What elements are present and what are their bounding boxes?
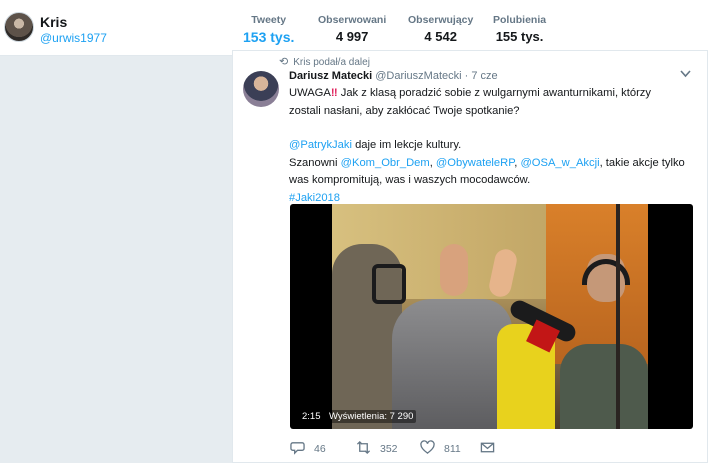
tweet-separator: · bbox=[464, 70, 469, 82]
stat-value: 155 tys. bbox=[495, 29, 544, 44]
mention-link[interactable]: @PatrykJaki bbox=[289, 139, 352, 151]
envelope-icon bbox=[480, 440, 495, 458]
retweet-count: 352 bbox=[380, 443, 398, 455]
text-segment: UWAGA bbox=[289, 87, 331, 99]
stat-following[interactable]: Obserwowani 4 997 bbox=[318, 14, 386, 44]
tweet-header: Dariusz Matecki @DariuszMatecki · 7 cze bbox=[289, 70, 498, 82]
retweet-text: Kris podał/a dalej bbox=[293, 57, 370, 68]
tweet-author-name[interactable]: Dariusz Matecki bbox=[289, 70, 372, 82]
stat-value: 4 997 bbox=[335, 29, 369, 44]
reply-button[interactable]: 46 bbox=[290, 440, 326, 458]
tweet-card[interactable]: ⟲ Kris podał/a dalej Dariusz Matecki @Dar… bbox=[232, 50, 708, 463]
retweet-icon: ⟲ bbox=[279, 56, 289, 68]
profile-name[interactable]: Kris bbox=[40, 14, 67, 30]
tweet-author-handle[interactable]: @DariuszMatecki bbox=[375, 70, 461, 82]
hashtag-link[interactable]: #Jaki2018 bbox=[289, 192, 340, 204]
stat-label: Polubienia bbox=[493, 14, 547, 26]
stat-value: 153 tys. bbox=[243, 29, 295, 45]
heart-icon bbox=[420, 440, 435, 458]
stat-tweets[interactable]: Tweety 153 tys. bbox=[232, 14, 305, 55]
reply-count: 46 bbox=[314, 443, 326, 455]
retweet-context: ⟲ Kris podał/a dalej bbox=[279, 55, 370, 68]
reply-icon bbox=[290, 440, 305, 458]
text-segment: daje im lekcje kultury. bbox=[351, 139, 462, 151]
stat-likes[interactable]: Polubienia 155 tys. bbox=[493, 14, 546, 44]
text-segment: Jak z klasą poradzić sobie z wulgarnymi … bbox=[337, 87, 651, 99]
mention-link[interactable]: @Kom_Obr_Dem bbox=[341, 157, 430, 169]
text-segment: Szanowni bbox=[289, 156, 341, 169]
stat-label: Tweety bbox=[251, 14, 287, 26]
tweet-text: UWAGA‼ Jak z klasą poradzić sobie z wulg… bbox=[289, 85, 689, 207]
video-duration: 2:15 bbox=[299, 410, 324, 423]
tweet-timestamp[interactable]: 7 cze bbox=[471, 70, 497, 82]
stat-value: 4 542 bbox=[424, 29, 457, 44]
stat-label: Obserwujący bbox=[408, 14, 474, 26]
tweet-actions: 46 352 811 bbox=[290, 440, 590, 460]
double-exclamation-icon: ‼ bbox=[330, 87, 338, 99]
mention-link[interactable]: @ObywateleRP bbox=[436, 157, 514, 169]
retweet-button[interactable]: 352 bbox=[356, 440, 398, 458]
stat-label: Obserwowani bbox=[318, 14, 387, 26]
retweet-icon bbox=[356, 440, 371, 458]
text-line: was kompromitują, was i waszych mocodawc… bbox=[289, 174, 531, 186]
profile-handle[interactable]: @urwis1977 bbox=[40, 31, 107, 45]
like-button[interactable]: 811 bbox=[420, 440, 461, 458]
text-segment: , takie akcje tylko bbox=[599, 156, 685, 169]
mention-link[interactable]: @OSA_w_Akcji bbox=[520, 157, 599, 169]
direct-message-button[interactable] bbox=[480, 440, 495, 458]
profile-header-bar: Kris @urwis1977 Tweety 153 tys. Obserwow… bbox=[0, 0, 708, 56]
video-player[interactable]: 2:15 Wyświetlenia: 7 290 bbox=[290, 204, 693, 429]
chevron-down-icon[interactable] bbox=[680, 69, 691, 81]
avatar[interactable] bbox=[4, 12, 34, 42]
tweet-author-avatar[interactable] bbox=[243, 71, 279, 107]
stat-followers[interactable]: Obserwujący 4 542 bbox=[408, 14, 473, 44]
text-line: zostali nasłani, aby zakłócać Twoje spot… bbox=[289, 104, 520, 117]
like-count: 811 bbox=[444, 443, 461, 455]
video-view-count: Wyświetlenia: 7 290 bbox=[326, 410, 417, 423]
video-frame bbox=[332, 204, 648, 429]
